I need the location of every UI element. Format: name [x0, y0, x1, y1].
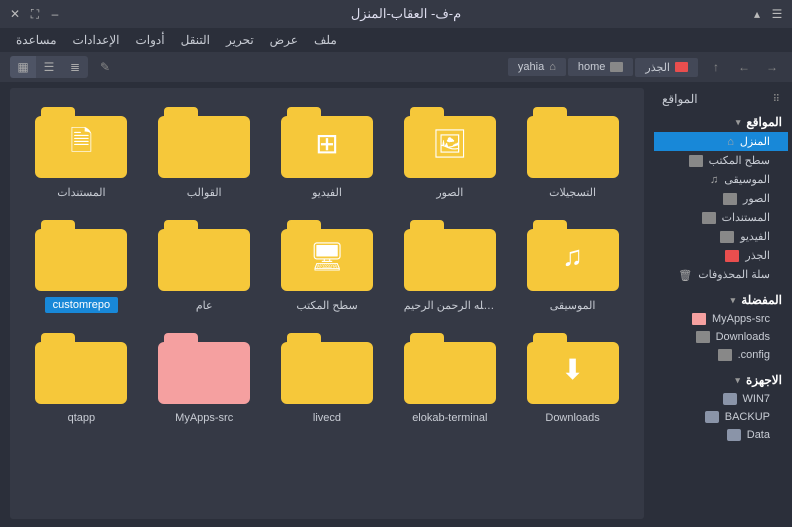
folder-item[interactable]: التسجيلات [515, 106, 630, 201]
minimize-button[interactable]: – [48, 7, 62, 21]
menu-view[interactable]: عرض [270, 33, 298, 47]
folder-item[interactable]: بسم الله الرحمن الرحيم [392, 219, 507, 314]
sidebar-item[interactable]: المستندات [654, 208, 788, 227]
sidebar-item[interactable]: المنزل⌂ [654, 132, 788, 151]
nav-back-icon[interactable]: → [762, 57, 782, 77]
nav-up-icon[interactable]: ↑ [706, 57, 726, 77]
menu-settings[interactable]: الإعدادات [73, 33, 120, 47]
crumb-root[interactable]: الجذر [635, 58, 698, 77]
sidebar-item[interactable]: الجذر [654, 246, 788, 265]
folder-item[interactable]: 🗎المستندات [24, 106, 139, 201]
sidebar-item[interactable]: الصور [654, 189, 788, 208]
window-title: م-ف- العقاب-المنزل [62, 6, 750, 22]
view-toggle: ▦ ☰ ≣ [10, 56, 88, 78]
nav-forward-icon[interactable]: ← [734, 57, 754, 77]
up-icon[interactable]: ▴ [750, 7, 764, 21]
breadcrumb: الجذر home ⌂yahia [508, 58, 698, 77]
edit-icon[interactable]: ✎ [100, 60, 110, 74]
sidebar-item[interactable]: BACKUP [654, 408, 788, 426]
toolbar: → ← ↑ الجذر home ⌂yahia ✎ ▦ ☰ ≣ [0, 52, 792, 82]
folder-item[interactable]: livecd [270, 332, 385, 426]
sidebar-item[interactable]: Data [654, 426, 788, 444]
sidebar-section-header[interactable]: المواقع▾ [654, 112, 788, 132]
folder-item[interactable]: elokab-terminal [392, 332, 507, 426]
folder-item[interactable]: القوالب [147, 106, 262, 201]
sidebar-item[interactable]: config. [654, 346, 788, 364]
folder-item[interactable]: ⊞الفيديو [270, 106, 385, 201]
folder-item[interactable]: ⬇Downloads [515, 332, 630, 426]
folder-item[interactable]: qtapp [24, 332, 139, 426]
folder-item[interactable]: 🖼الصور [392, 106, 507, 201]
menu-edit[interactable]: تحرير [226, 33, 254, 47]
view-list-icon[interactable]: ☰ [36, 56, 62, 78]
sidebar-item[interactable]: الموسيقى♫ [654, 170, 788, 189]
sidebar-item[interactable]: سطح المكتب [654, 151, 788, 170]
sidebar: ⠿ المواقع المواقع▾المنزل⌂سطح المكتبالموس… [650, 82, 792, 527]
folder-item[interactable]: عام [147, 219, 262, 314]
content-area: 🗎المستنداتالقوالب⊞الفيديو🖼الصورالتسجيلات… [10, 88, 644, 519]
menu-tools[interactable]: أدوات [136, 33, 165, 47]
crumb-user[interactable]: ⌂yahia [508, 58, 566, 76]
maximize-button[interactable]: ⛶ [28, 7, 42, 21]
folder-item[interactable]: ♫الموسيقى [515, 219, 630, 314]
menu-nav[interactable]: التنقل [181, 33, 210, 47]
folder-item[interactable]: MyApps-src [147, 332, 262, 426]
folder-item[interactable]: customrepo [24, 219, 139, 314]
crumb-home[interactable]: home [568, 58, 634, 76]
menubar: ملف عرض تحرير التنقل أدوات الإعدادات مسا… [0, 28, 792, 52]
folder-item[interactable]: 🖥سطح المكتب [270, 219, 385, 314]
sidebar-top-label: المواقع [662, 92, 698, 106]
sidebar-grip-icon[interactable]: ⠿ [773, 94, 780, 105]
menu-help[interactable]: مساعدة [16, 33, 57, 47]
sidebar-section-header[interactable]: الاجهزة▾ [654, 370, 788, 390]
sidebar-item[interactable]: الفيديو [654, 227, 788, 246]
sidebar-section-header[interactable]: المفضلة▾ [654, 290, 788, 310]
view-grid-icon[interactable]: ▦ [10, 56, 36, 78]
menu-icon[interactable]: ☰ [770, 7, 784, 21]
sidebar-item[interactable]: Downloads [654, 328, 788, 346]
sidebar-item[interactable]: سلة المحذوفات🗑 [654, 265, 788, 284]
titlebar: ☰ ▴ م-ف- العقاب-المنزل – ⛶ ✕ [0, 0, 792, 28]
sidebar-item[interactable]: WIN7 [654, 390, 788, 408]
view-detail-icon[interactable]: ≣ [62, 56, 88, 78]
close-button[interactable]: ✕ [8, 7, 22, 21]
menu-file[interactable]: ملف [314, 33, 337, 47]
sidebar-item[interactable]: MyApps-src [654, 310, 788, 328]
